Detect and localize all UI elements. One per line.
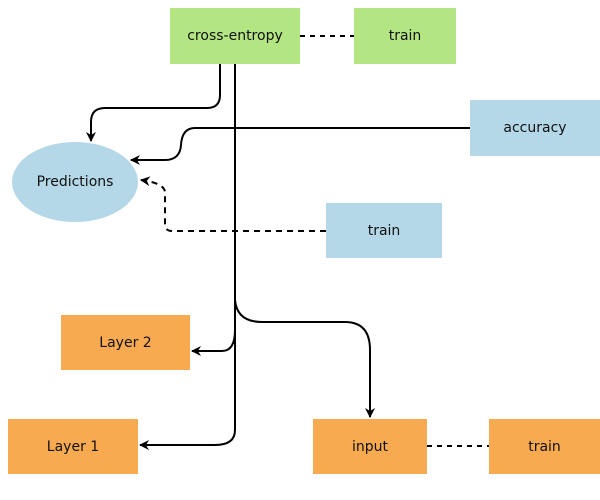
node-cross-entropy: cross-entropy bbox=[170, 8, 300, 64]
edge-train-predictions bbox=[140, 176, 326, 232]
edge-crossentropy-layer2 bbox=[191, 329, 236, 356]
node-predictions: Predictions bbox=[12, 142, 138, 222]
node-input: input bbox=[313, 419, 427, 474]
node-accuracy: accuracy bbox=[470, 100, 600, 156]
node-train-top: train bbox=[354, 8, 456, 64]
node-train-mid: train bbox=[326, 203, 442, 258]
diagram: cross-entropy train accuracy Predictions… bbox=[0, 0, 600, 500]
edge-crossentropy-predictions bbox=[86, 64, 221, 142]
node-train-bottom: train bbox=[489, 419, 600, 474]
edge-crossentropy-layer1 bbox=[139, 64, 236, 450]
edge-crossentropy-input bbox=[234, 299, 375, 418]
edge-accuracy-predictions bbox=[130, 127, 470, 165]
node-layer2: Layer 2 bbox=[61, 315, 190, 370]
node-layer1: Layer 1 bbox=[8, 419, 138, 474]
